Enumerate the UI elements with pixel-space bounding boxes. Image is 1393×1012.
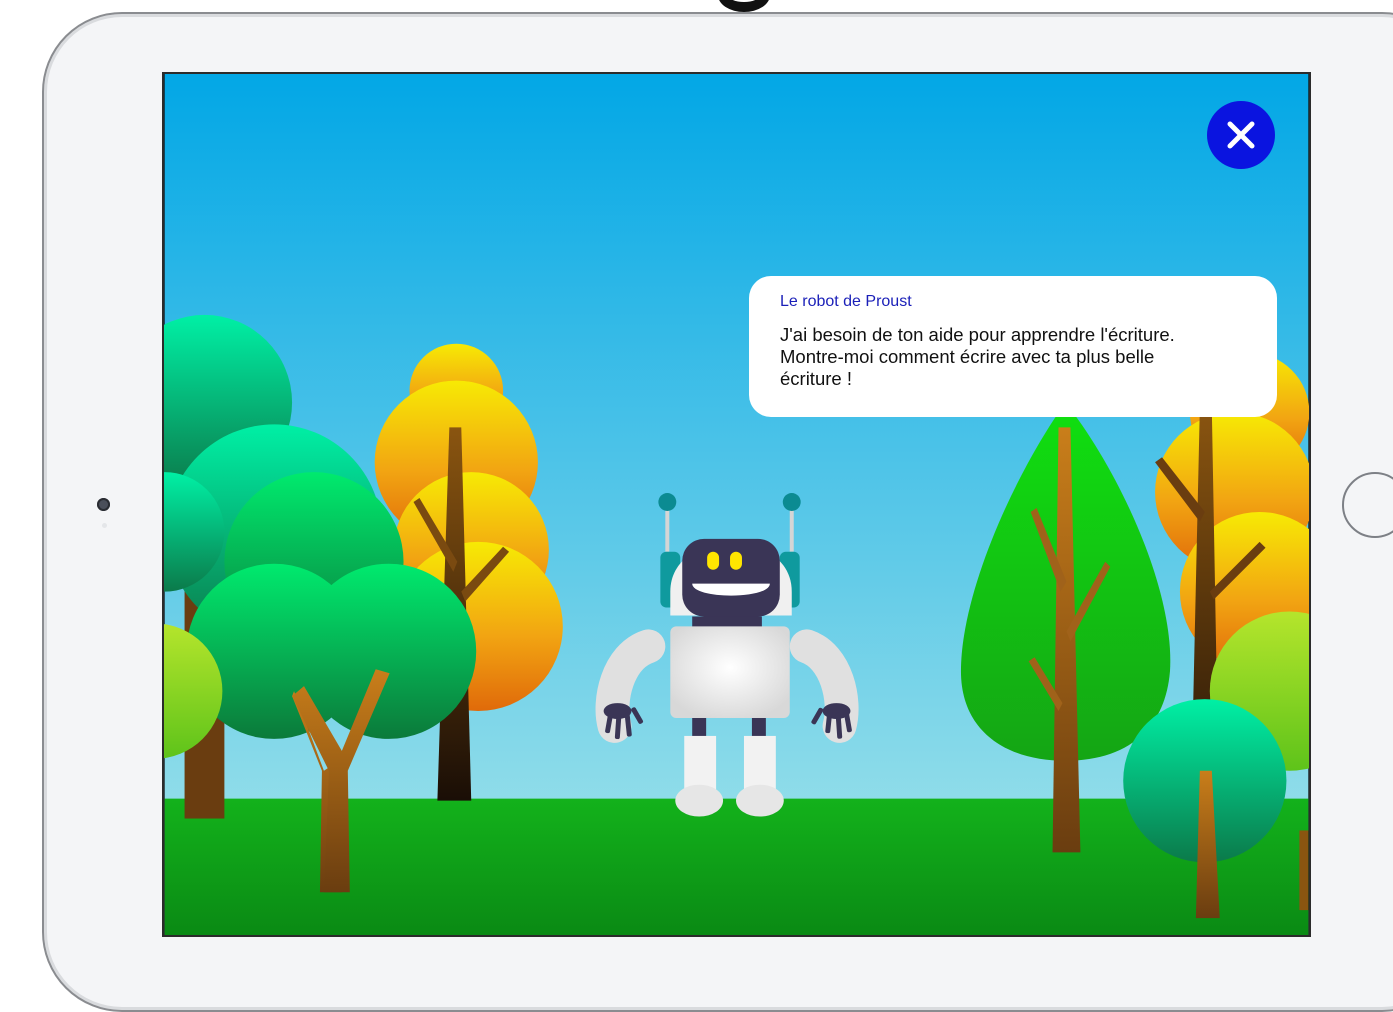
app-screen bbox=[162, 72, 1311, 937]
camera-icon bbox=[97, 498, 110, 511]
camera-sensor bbox=[102, 523, 107, 528]
top-edge-glyph bbox=[718, 0, 770, 12]
speech-message: J'ai besoin de ton aide pour apprendre l… bbox=[780, 324, 1175, 389]
forest-scene bbox=[164, 74, 1309, 935]
speech-bubble: Le robot de Proust J'ai besoin de ton ai… bbox=[749, 276, 1277, 417]
speaker-name: Le robot de Proust bbox=[780, 293, 912, 310]
close-icon bbox=[1227, 121, 1255, 149]
close-button[interactable] bbox=[1207, 101, 1275, 169]
